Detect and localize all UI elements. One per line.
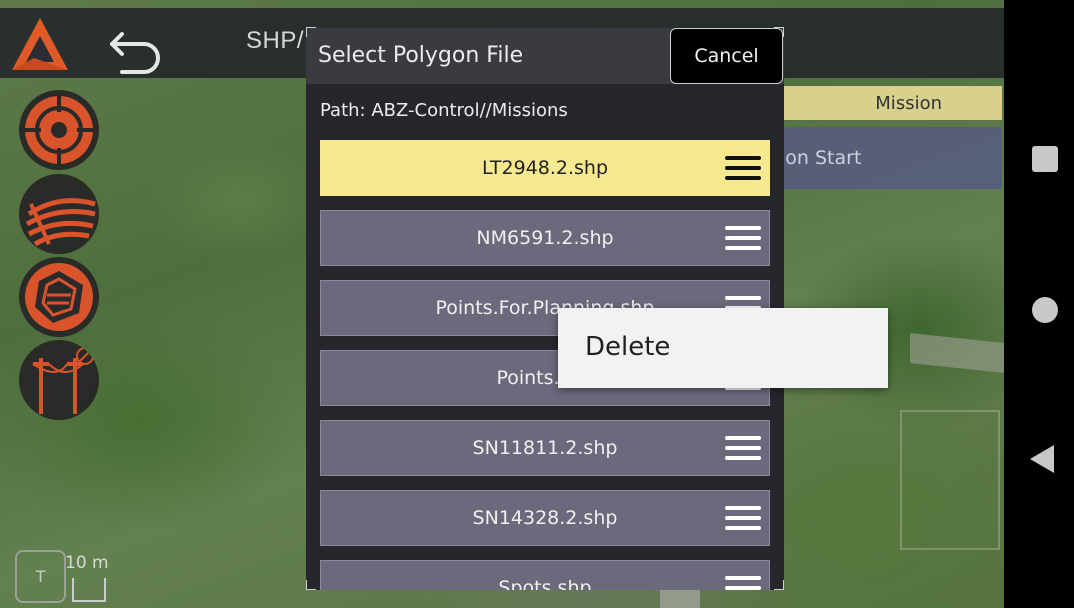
file-list-item[interactable]: NM6591.2.shp [320, 210, 770, 266]
path-label: Path: ABZ-Control//Missions [320, 100, 568, 121]
field-rows-icon [25, 180, 96, 248]
mission-start-label: ion Start [780, 147, 862, 169]
file-list-item[interactable]: Spots.shp [320, 560, 770, 590]
file-list-item[interactable]: SN11811.2.shp [320, 420, 770, 476]
dialog-corner-bracket [774, 580, 784, 590]
map-scale-label: 10 m [65, 553, 109, 573]
home-icon[interactable] [1032, 297, 1058, 323]
file-name: Spots.shp [498, 577, 592, 590]
hamburger-menu-icon[interactable] [725, 433, 761, 463]
back-arrow-icon[interactable] [104, 20, 166, 78]
hamburger-menu-icon[interactable] [725, 153, 761, 183]
field-rows-tool-button[interactable] [19, 174, 99, 254]
mission-tab[interactable]: Mission [780, 86, 1002, 120]
map-scale-bar [72, 578, 106, 602]
target-icon [25, 96, 93, 164]
file-name: SN11811.2.shp [472, 437, 618, 459]
nav-back-icon[interactable] [1030, 445, 1054, 473]
power-lines-tool-button[interactable] [19, 340, 99, 420]
app-logo-icon[interactable] [8, 14, 72, 76]
map-type-toggle-button[interactable]: T [15, 550, 66, 603]
file-list-item[interactable]: SN14328.2.shp [320, 490, 770, 546]
hamburger-menu-icon[interactable] [725, 573, 761, 590]
delete-menu-item[interactable]: Delete [558, 308, 888, 388]
hamburger-menu-icon[interactable] [725, 223, 761, 253]
power-lines-icon [25, 346, 94, 414]
map-road [910, 333, 1004, 373]
recents-icon[interactable] [1032, 146, 1058, 172]
dialog-corner-bracket [306, 27, 316, 37]
hamburger-menu-icon[interactable] [725, 503, 761, 533]
dialog-title: Select Polygon File [318, 43, 524, 68]
polygon-layers-icon [25, 263, 93, 331]
file-name: LT2948.2.shp [481, 157, 609, 179]
mission-tab-label: Mission [875, 92, 942, 114]
file-name: NM6591.2.shp [476, 227, 614, 249]
dialog-corner-bracket [774, 27, 784, 37]
file-list-item[interactable]: LT2948.2.shp [320, 140, 770, 196]
polygon-layers-tool-button[interactable] [19, 257, 99, 337]
page-title: SHP/ [246, 27, 305, 54]
dialog-header: Select Polygon File Cancel [306, 28, 784, 84]
mission-start-button[interactable]: ion Start [780, 127, 1002, 189]
map-field-outline [900, 410, 1000, 550]
cancel-button[interactable]: Cancel [670, 28, 783, 84]
target-tool-button[interactable] [19, 90, 99, 170]
file-context-menu: Delete [558, 308, 888, 388]
file-name: SN14328.2.shp [472, 507, 618, 529]
android-nav-bar [1004, 0, 1074, 608]
dialog-corner-bracket [306, 580, 316, 590]
